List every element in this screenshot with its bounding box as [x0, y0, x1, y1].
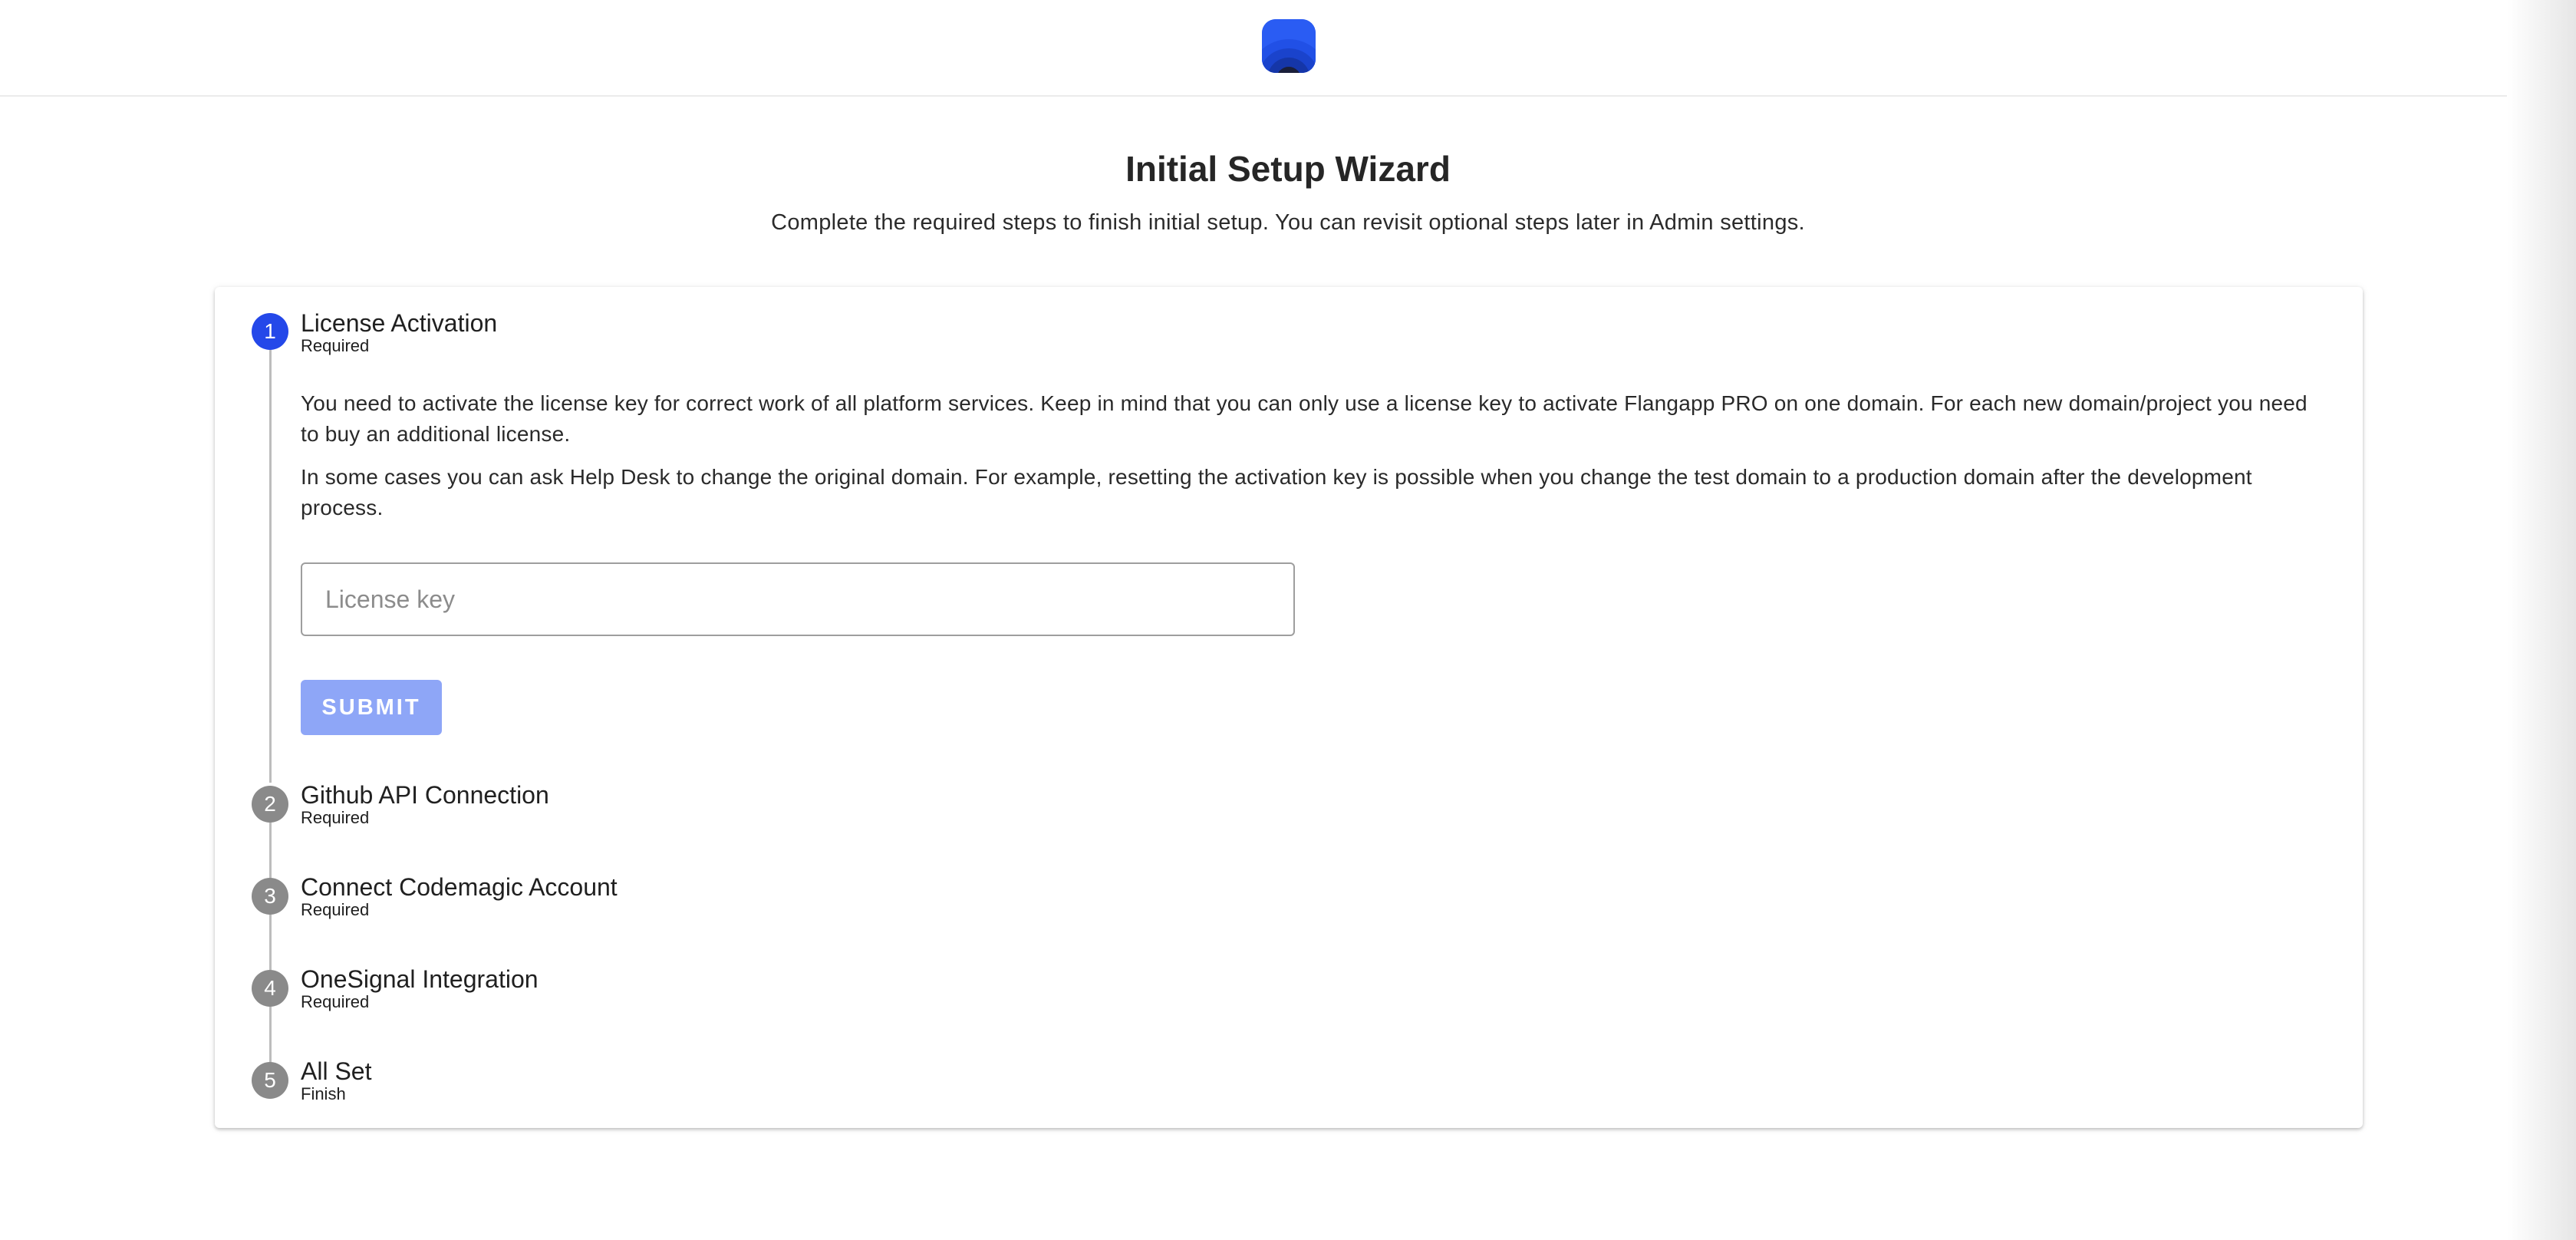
step-number-badge[interactable]: 3: [252, 878, 288, 915]
step-caption: Required: [301, 900, 370, 919]
step-connector: [269, 823, 272, 878]
step-number-badge[interactable]: 4: [252, 970, 288, 1007]
step-connector: [269, 915, 272, 970]
flangapp-logo-icon[interactable]: [1262, 19, 1316, 73]
step-number-badge[interactable]: 1: [252, 313, 288, 350]
top-bar: [0, 0, 2507, 97]
step-title[interactable]: Github API Connection: [301, 780, 549, 810]
step-caption: Required: [301, 992, 370, 1011]
step-caption: Finish: [301, 1084, 346, 1103]
submit-button[interactable]: SUBMIT: [301, 680, 442, 735]
step-description: In some cases you can ask Help Desk to c…: [301, 465, 2252, 519]
license-key-input[interactable]: [301, 562, 1295, 636]
step-number-badge[interactable]: 5: [252, 1062, 288, 1099]
step-title[interactable]: OneSignal Integration: [301, 965, 539, 994]
step-title[interactable]: Connect Codemagic Account: [301, 872, 618, 902]
step-title[interactable]: License Activation: [301, 308, 497, 338]
page-title: Initial Setup Wizard: [1125, 149, 1451, 189]
step-description: You need to activate the license key for…: [301, 391, 2308, 446]
setup-wizard-stepper: 1 License Activation Required You need t…: [215, 287, 2363, 1128]
step-title[interactable]: All Set: [301, 1057, 371, 1086]
step-caption: Required: [301, 808, 370, 827]
step-connector: [269, 1007, 272, 1062]
step-caption: Required: [301, 336, 370, 355]
step-number-badge[interactable]: 2: [252, 786, 288, 823]
page-subtitle: Complete the required steps to finish in…: [771, 210, 1805, 235]
step-connector: [269, 350, 272, 783]
